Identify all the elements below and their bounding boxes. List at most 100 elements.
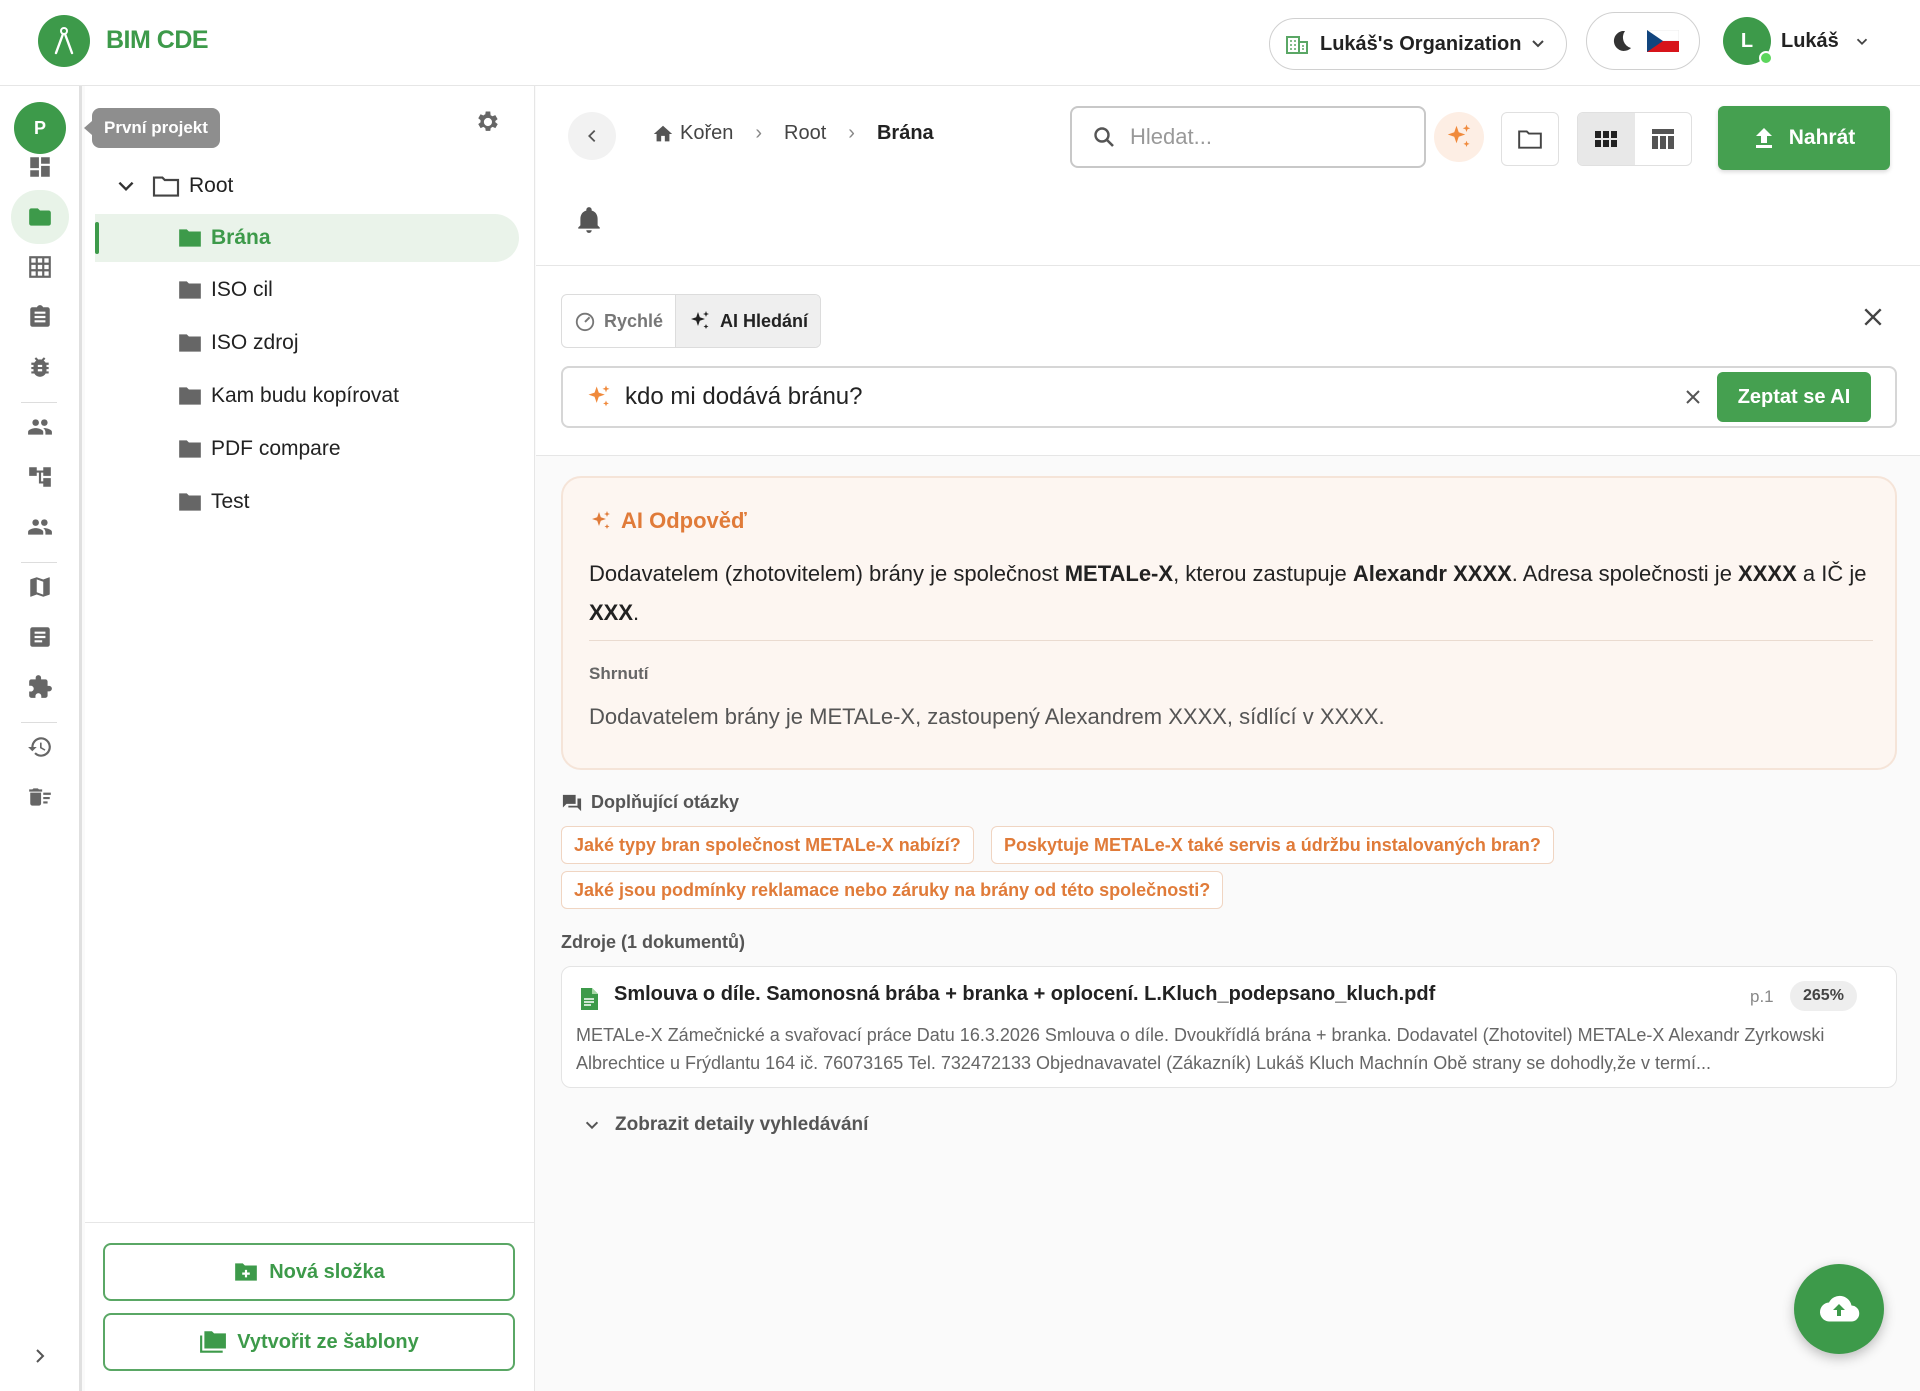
- tree-node-iso-cil[interactable]: ISO cil: [177, 266, 273, 314]
- tree-node-iso-zdroj[interactable]: ISO zdroj: [177, 319, 299, 367]
- building-icon: [1286, 36, 1308, 54]
- hierarchy-icon[interactable]: [11, 450, 69, 504]
- breadcrumb-home[interactable]: Kořen: [680, 122, 733, 145]
- chevron-down-icon: [1532, 40, 1544, 48]
- tree-node-label: Test: [211, 490, 250, 513]
- user-name: Lukáš: [1781, 29, 1839, 52]
- map-icon[interactable]: [11, 560, 69, 614]
- tree-settings-button[interactable]: [473, 108, 501, 141]
- clipboard-icon[interactable]: [11, 290, 69, 344]
- back-button[interactable]: [568, 112, 616, 160]
- new-folder-button[interactable]: Nová složka: [103, 1243, 515, 1301]
- sparkle-icon: [1447, 124, 1471, 147]
- ai-query-input[interactable]: kdo mi dodává bránu? Zeptat se AI: [561, 366, 1897, 428]
- grid-view-icon: [1595, 131, 1618, 147]
- create-from-template-label: Vytvořit ze šablony: [237, 1330, 419, 1353]
- tree-node-test[interactable]: Test: [177, 478, 250, 526]
- chevron-left-icon: [588, 129, 596, 143]
- followup-question-chip[interactable]: Jaké typy bran společnost METALe-X nabíz…: [561, 826, 974, 864]
- user-menu[interactable]: L Lukáš: [1723, 15, 1871, 67]
- delete-list-icon[interactable]: [11, 770, 69, 824]
- search-icon: [1094, 127, 1114, 147]
- source-document-card[interactable]: Smlouva o díle. Samonosná brába + branka…: [561, 966, 1897, 1088]
- tree-node-pdf-compare[interactable]: PDF compare: [177, 425, 341, 473]
- app-title: BIM CDE: [106, 26, 209, 54]
- answer-text: . Adresa společnosti je: [1511, 561, 1739, 586]
- show-search-details-toggle[interactable]: Zobrazit detaily vyhledávání: [583, 1114, 868, 1136]
- answer-representative: Alexandr XXXX: [1352, 561, 1512, 586]
- upload-label: Nahrát: [1788, 126, 1856, 149]
- speed-icon: [575, 312, 595, 332]
- ai-answer-card: AI Odpověď Dodavatelem (zhotovitelem) br…: [561, 476, 1897, 770]
- followup-question-chip[interactable]: Poskytuje METALe-X také servis a údržbu …: [991, 826, 1554, 864]
- new-folder-label: Nová složka: [269, 1260, 385, 1283]
- document-file-icon: [581, 988, 598, 1010]
- answer-address: XXXX: [1738, 561, 1797, 586]
- folder-view-button[interactable]: [1501, 112, 1559, 166]
- compass-icon: [54, 27, 74, 55]
- chevron-right-icon: [36, 1349, 45, 1363]
- folder-icon: [179, 440, 201, 458]
- breadcrumb: Kořen › Root › Brána: [652, 122, 934, 145]
- tab-ai-search[interactable]: AI Hledání: [675, 295, 821, 347]
- tab-quick-search[interactable]: Rychlé: [562, 295, 675, 347]
- sparkle-icon: [691, 311, 710, 329]
- table-view-button[interactable]: [1635, 113, 1692, 165]
- avatar: L: [1723, 17, 1773, 65]
- ask-ai-button[interactable]: Zeptat se AI: [1717, 372, 1871, 422]
- table-view-icon: [1651, 129, 1674, 149]
- project-tooltip: První projekt: [84, 108, 220, 148]
- upload-button[interactable]: Nahrát: [1718, 106, 1890, 170]
- tree-node-label: ISO cil: [211, 278, 273, 301]
- clear-query-button[interactable]: [1683, 386, 1703, 414]
- bug-icon[interactable]: [11, 340, 69, 394]
- ai-answer-title: AI Odpověď: [621, 508, 747, 533]
- home-icon: [653, 125, 673, 141]
- ai-search-button[interactable]: [1434, 112, 1484, 162]
- folder-icon[interactable]: [11, 190, 69, 244]
- expand-sidebar-button[interactable]: [30, 1346, 50, 1371]
- forum-icon: [562, 794, 582, 811]
- gear-icon: [478, 111, 498, 131]
- grid-icon[interactable]: [11, 240, 69, 294]
- summary-text: Dodavatelem brány je METALe-X, zastoupen…: [589, 704, 1385, 729]
- breadcrumb-root[interactable]: Root: [784, 122, 826, 145]
- bell-icon: [578, 207, 600, 233]
- people-icon[interactable]: [11, 400, 69, 454]
- answer-text: a IČ je: [1796, 561, 1867, 586]
- dashboard-icon[interactable]: [11, 140, 69, 194]
- followup-label: Doplňující otázky: [591, 792, 740, 812]
- notifications-button[interactable]: [576, 206, 602, 239]
- sources-label: Zdroje (1 dokumentů): [561, 932, 745, 952]
- selection-indicator: [95, 222, 99, 254]
- tree-node-root[interactable]: Root: [115, 162, 233, 210]
- answer-company: METALe-X: [1064, 561, 1174, 586]
- czech-flag-icon[interactable]: [1647, 30, 1679, 52]
- tab-ai-label: AI Hledání: [720, 310, 809, 331]
- cloud-upload-fab[interactable]: [1794, 1264, 1884, 1354]
- create-from-template-button[interactable]: Vytvořit ze šablony: [103, 1313, 515, 1371]
- grid-view-button[interactable]: [1578, 113, 1635, 165]
- search-input[interactable]: Hledat...: [1070, 106, 1426, 168]
- group-icon[interactable]: [11, 500, 69, 554]
- upload-icon: [1755, 128, 1772, 148]
- close-ai-panel-button[interactable]: [1862, 306, 1884, 333]
- app-logo[interactable]: [38, 15, 90, 67]
- close-icon: [1864, 308, 1882, 326]
- navigation-rail: P: [0, 86, 82, 1391]
- answer-text: .: [633, 600, 640, 625]
- history-icon[interactable]: [11, 720, 69, 774]
- tree-node-label: Brána: [211, 226, 271, 249]
- tree-node-brana[interactable]: Brána: [95, 214, 519, 262]
- followup-question-chip[interactable]: Jaké jsou podmínky reklamace nebo záruky…: [561, 871, 1224, 909]
- tree-node-kam-budu-kopirovat[interactable]: Kam budu kopírovat: [177, 372, 399, 420]
- sparkle-icon: [588, 385, 610, 407]
- breadcrumb-separator: ›: [848, 122, 855, 144]
- source-filename[interactable]: Smlouva o díle. Samonosná brába + branka…: [614, 983, 1435, 1006]
- puzzle-icon[interactable]: [11, 660, 69, 714]
- toolbar: Kořen › Root › Brána Hledat... Nahrát: [536, 86, 1920, 266]
- dark-mode-icon[interactable]: [1607, 27, 1635, 55]
- document-icon[interactable]: [11, 610, 69, 664]
- chevron-down-icon[interactable]: [115, 175, 137, 197]
- organization-selector[interactable]: Lukáš's Organization: [1269, 18, 1567, 70]
